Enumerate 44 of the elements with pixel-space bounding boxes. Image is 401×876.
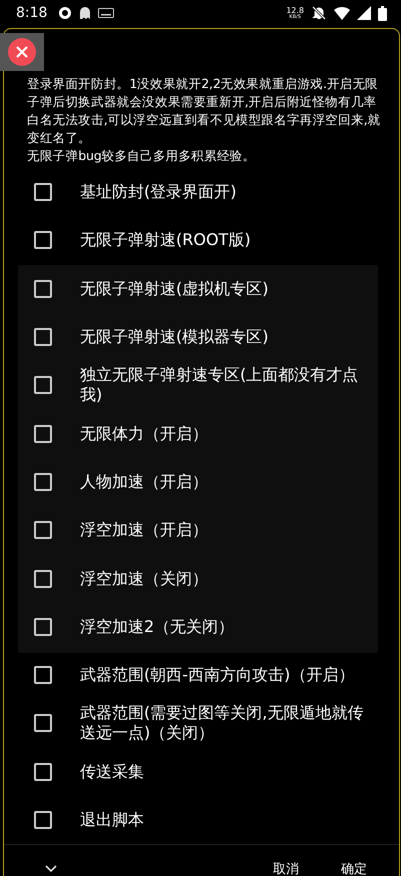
option-label: 浮空加速（关闭）: [80, 568, 209, 589]
option-label: 武器范围(需要过图等关闭,无限遁地就传送远一点)（关闭）: [80, 703, 364, 744]
signal-icon: [357, 6, 371, 20]
checkbox[interactable]: [34, 472, 52, 491]
close-button[interactable]: [8, 38, 36, 66]
checkbox[interactable]: [34, 570, 52, 588]
checkbox[interactable]: [34, 762, 52, 781]
checkbox[interactable]: [34, 424, 52, 443]
checkbox[interactable]: [34, 328, 52, 346]
option-label: 无限子弹射速(模拟器专区): [80, 327, 270, 348]
close-icon: [16, 46, 28, 58]
checkbox[interactable]: [34, 183, 52, 202]
option-label: 基址防封(登录界面开): [80, 182, 238, 202]
checkbox[interactable]: [34, 376, 52, 394]
option-label: 无限体力（开启）: [80, 424, 209, 444]
checkbox[interactable]: [34, 714, 52, 732]
keyboard-icon: [98, 8, 114, 18]
description-text: 无限子弹bug较多自己多用多积累经验。: [27, 147, 256, 165]
network-speed: 12.8: [286, 6, 304, 14]
dialog-button[interactable]: 确定: [335, 856, 373, 876]
ghost-icon: [79, 6, 92, 20]
option-label: 传送采集: [80, 762, 145, 782]
checkbox[interactable]: [34, 280, 52, 298]
option-label: 退出脚本: [80, 810, 145, 830]
option-label: 武器范围(朝西-西南方向攻击)（开启）: [80, 665, 356, 686]
option-label: 浮空加速（开启）: [80, 520, 209, 540]
checkbox[interactable]: [34, 521, 52, 540]
checkbox[interactable]: [34, 231, 52, 250]
option-label: 人物加速（开启）: [80, 472, 209, 492]
wifi-icon: [334, 6, 350, 20]
checkbox[interactable]: [34, 811, 52, 829]
status-time: 8:18: [16, 5, 48, 21]
option-label: 浮空加速2（无关闭）: [80, 616, 236, 637]
bell-off-icon: [311, 5, 327, 21]
description-text: 登录界面开防封。1没效果就开2,2无效果就重启游戏.开启无限子弹后切换武器就会没效果需要重新开,开启后附近怪物有几率白名无法攻击,可以浮空远直到看不见模型跟名字再浮空回来,就变红名了。: [27, 75, 382, 147]
checkbox[interactable]: [34, 666, 52, 684]
checkbox[interactable]: [34, 618, 52, 636]
battery-icon: [378, 6, 387, 20]
option-label: 无限子弹射速(虚拟机专区): [80, 278, 270, 299]
ring-icon: [58, 6, 72, 20]
option-label: 无限子弹射速(ROOT版): [80, 230, 252, 250]
dialog-button[interactable]: 取消: [267, 856, 305, 876]
chevron-down-icon[interactable]: [44, 864, 58, 874]
option-label: 独立无限子弹射速专区(上面都没有才点我): [80, 365, 360, 406]
